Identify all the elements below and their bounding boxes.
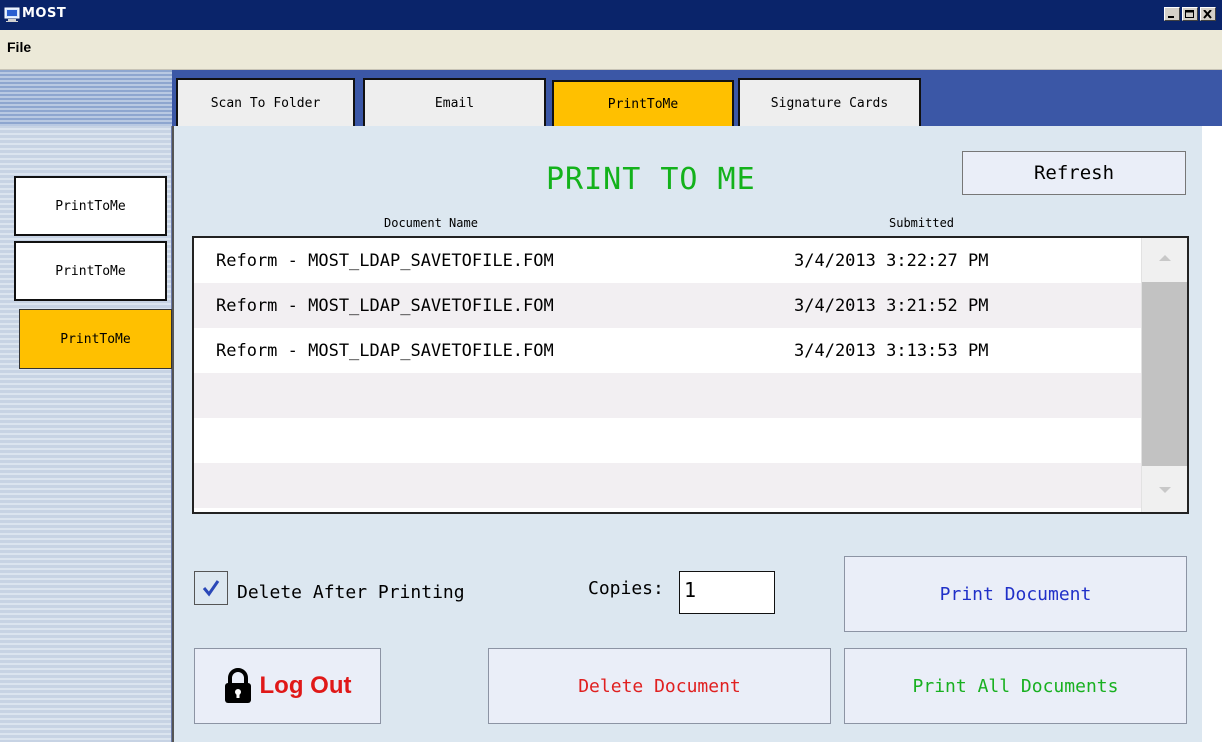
column-header-document-name: Document Name	[384, 216, 478, 230]
vertical-scrollbar[interactable]	[1141, 238, 1187, 512]
tab-email[interactable]: Email	[363, 78, 546, 126]
delete-after-printing-checkbox[interactable]	[194, 571, 228, 605]
minimize-icon	[1168, 16, 1174, 18]
print-all-documents-button[interactable]: Print All Documents	[844, 648, 1187, 724]
document-name-cell: Reform - MOST_LDAP_SAVETOFILE.FOM	[216, 251, 554, 271]
logout-button[interactable]: Log Out	[194, 648, 381, 724]
logout-label: Log Out	[259, 672, 352, 699]
print-document-button[interactable]: Print Document	[844, 556, 1187, 632]
delete-document-button[interactable]: Delete Document	[488, 648, 831, 724]
menu-bar: File	[0, 30, 1222, 70]
maximize-icon	[1185, 10, 1194, 18]
menu-file[interactable]: File	[7, 39, 31, 55]
checkmark-icon	[202, 580, 220, 597]
empty-row	[194, 418, 1144, 463]
empty-row	[194, 463, 1144, 508]
window-title: MOST	[22, 6, 67, 21]
maximize-button[interactable]	[1182, 7, 1198, 21]
minimize-button[interactable]	[1164, 7, 1180, 21]
print-to-me-panel: PRINT TO ME Refresh Document Name Submit…	[172, 126, 1202, 742]
column-header-submitted: Submitted	[889, 216, 955, 230]
right-gutter	[1202, 126, 1222, 742]
document-name-cell: Reform - MOST_LDAP_SAVETOFILE.FOM	[216, 341, 554, 361]
copies-label: Copies:	[588, 578, 664, 599]
close-button[interactable]	[1200, 7, 1216, 21]
document-name-cell: Reform - MOST_LDAP_SAVETOFILE.FOM	[216, 296, 554, 316]
sidebar: PrintToMe PrintToMe PrintToMe	[0, 70, 172, 742]
sidebar-item-printtome-3[interactable]: PrintToMe	[19, 309, 172, 369]
sidebar-item-printtome-1[interactable]: PrintToMe	[14, 176, 167, 236]
submitted-cell: 3/4/2013 3:13:53 PM	[794, 341, 989, 361]
refresh-button[interactable]: Refresh	[962, 151, 1186, 195]
computer-icon	[4, 7, 20, 23]
sidebar-header-stripe	[0, 70, 172, 126]
scrollbar-thumb[interactable]	[1142, 282, 1187, 466]
tab-printtome[interactable]: PrintToMe	[552, 80, 734, 126]
sidebar-item-printtome-2[interactable]: PrintToMe	[14, 241, 167, 301]
table-row[interactable]: Reform - MOST_LDAP_SAVETOFILE.FOM 3/4/20…	[194, 238, 1144, 283]
submitted-cell: 3/4/2013 3:22:27 PM	[794, 251, 989, 271]
lock-icon	[224, 668, 251, 703]
delete-after-printing-label: Delete After Printing	[237, 582, 465, 603]
window-controls	[1164, 7, 1216, 21]
close-icon	[1203, 10, 1212, 19]
scroll-up-arrow-icon[interactable]	[1142, 238, 1187, 278]
empty-row	[194, 373, 1144, 418]
submitted-cell: 3/4/2013 3:21:52 PM	[794, 296, 989, 316]
tab-strip: Scan To Folder Email PrintToMe Signature…	[172, 70, 1222, 126]
tab-scan-to-folder[interactable]: Scan To Folder	[176, 78, 355, 126]
table-row[interactable]: Reform - MOST_LDAP_SAVETOFILE.FOM 3/4/20…	[194, 283, 1144, 328]
title-bar: MOST	[0, 0, 1222, 30]
table-row[interactable]: Reform - MOST_LDAP_SAVETOFILE.FOM 3/4/20…	[194, 328, 1144, 373]
documents-table: Reform - MOST_LDAP_SAVETOFILE.FOM 3/4/20…	[192, 236, 1189, 514]
scroll-down-arrow-icon[interactable]	[1142, 470, 1187, 510]
page-title: PRINT TO ME	[546, 162, 756, 197]
copies-input[interactable]: 1	[679, 571, 775, 614]
tab-signature-cards[interactable]: Signature Cards	[738, 78, 921, 126]
